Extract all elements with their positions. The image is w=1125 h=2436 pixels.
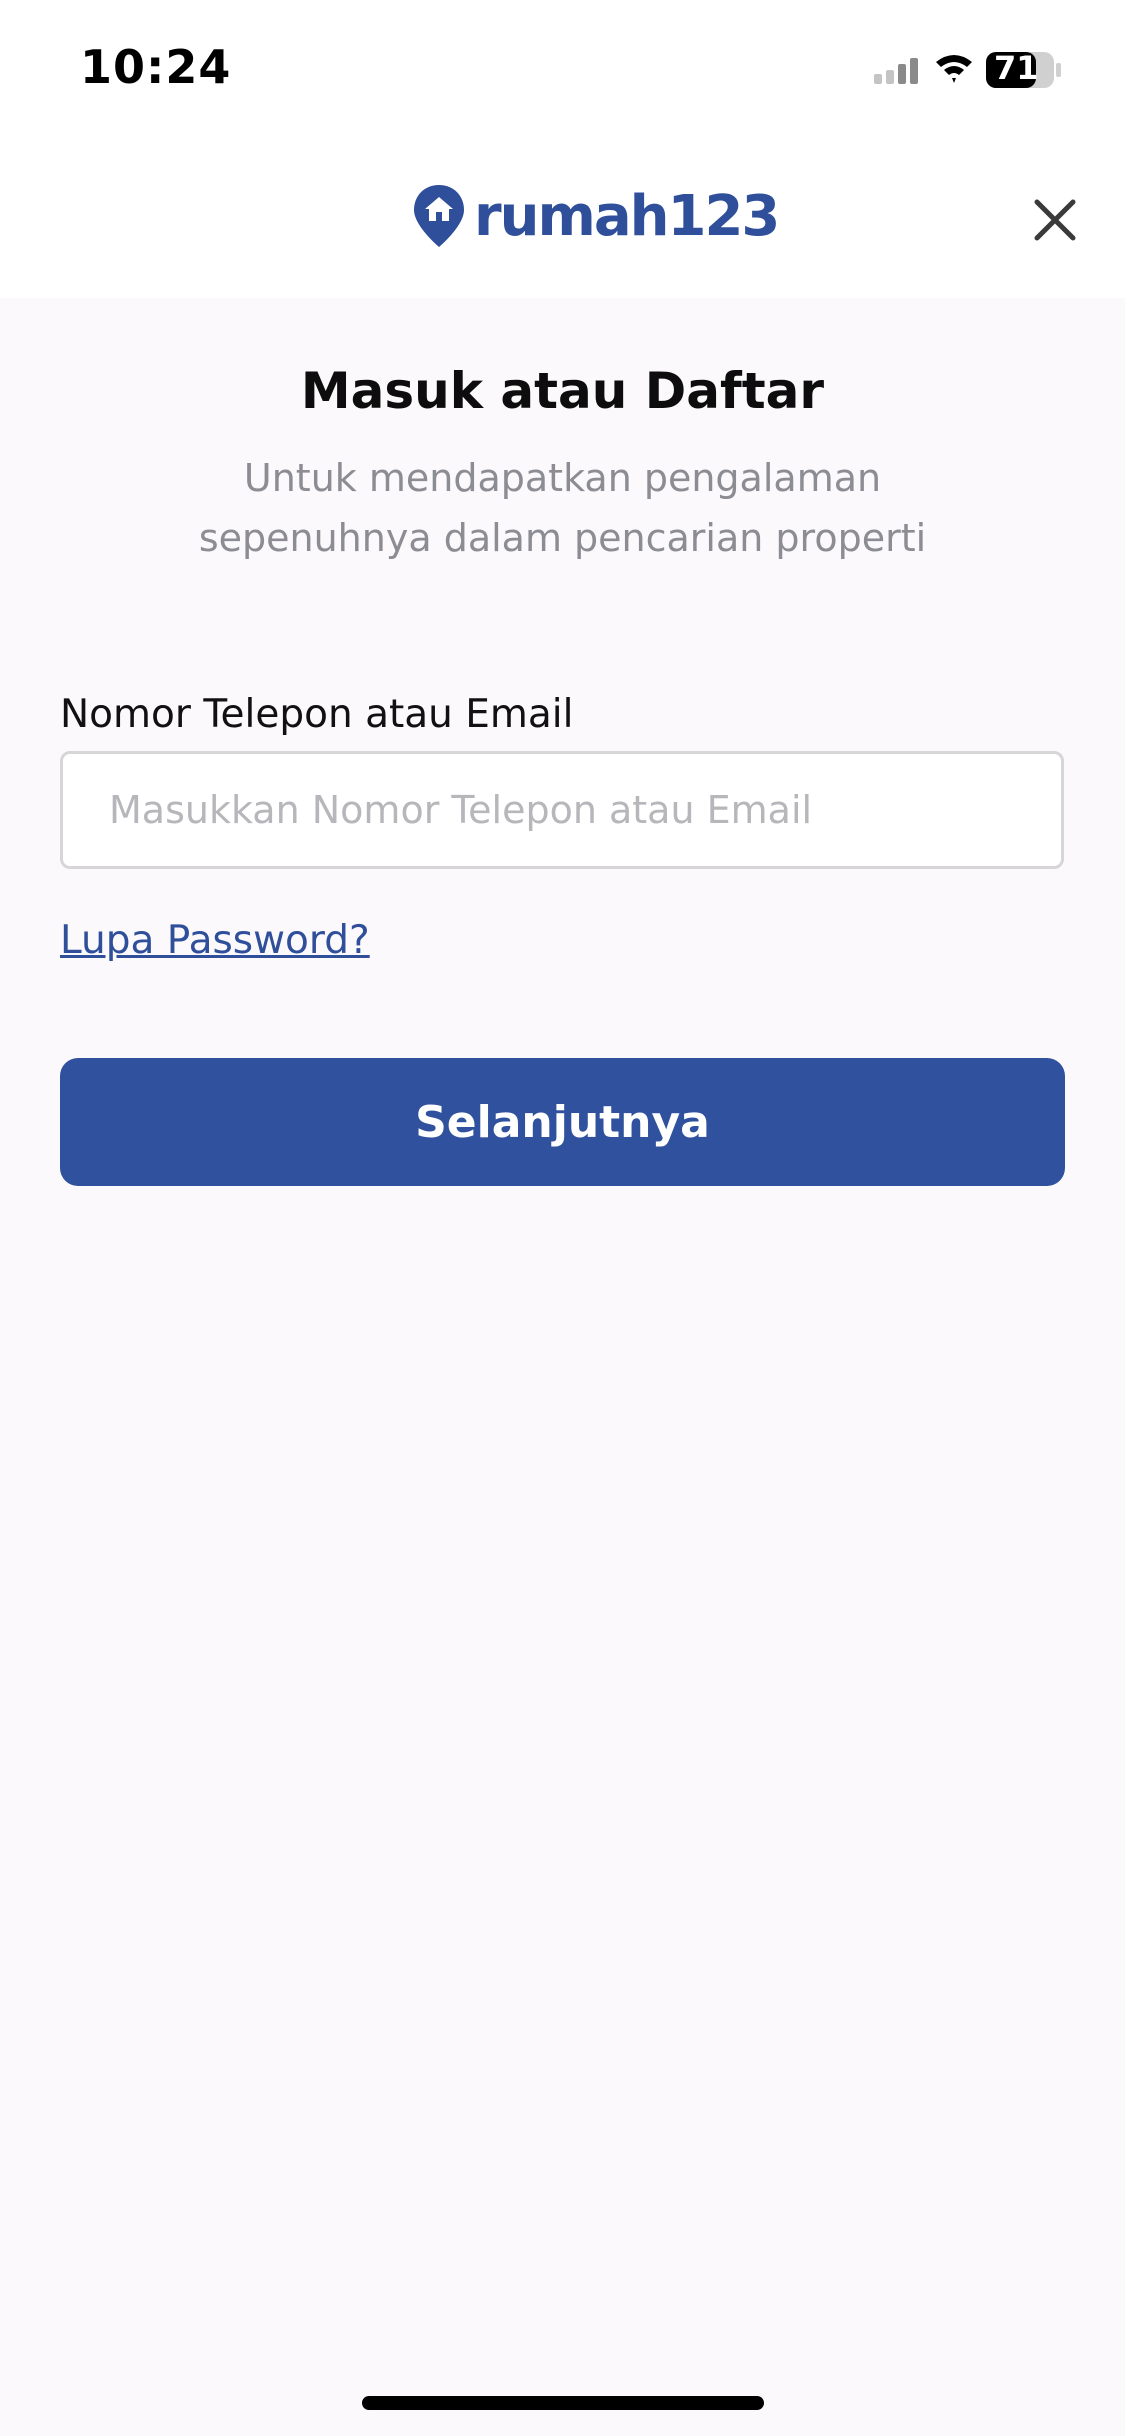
status-time: 10:24: [80, 40, 232, 94]
rumah123-logo: rumah123: [412, 180, 780, 252]
battery-level: 71: [994, 49, 1039, 87]
signal-icon: [874, 58, 918, 84]
header: rumah123: [0, 140, 1125, 298]
page-subtitle: Untuk mendapatkan pengalaman sepenuhnya …: [198, 456, 927, 560]
close-button[interactable]: [1015, 180, 1095, 260]
status-icons-svg: [874, 52, 1061, 88]
next-button[interactable]: Selanjutnya: [60, 1058, 1065, 1186]
status-bar: 10:24 71: [0, 0, 1125, 140]
phone-email-label: Nomor Telepon atau Email: [60, 692, 574, 737]
location-pin-icon: [414, 185, 464, 247]
logo-text: rumah123: [474, 183, 780, 249]
wifi-icon: [936, 55, 972, 83]
page-title: Masuk atau Daftar: [300, 362, 825, 420]
forgot-password-link[interactable]: Lupa Password?: [60, 918, 370, 963]
close-icon: [1034, 199, 1076, 241]
phone-email-input[interactable]: [60, 751, 1064, 869]
home-indicator: [362, 2396, 764, 2410]
status-icons: 71: [870, 48, 1080, 92]
